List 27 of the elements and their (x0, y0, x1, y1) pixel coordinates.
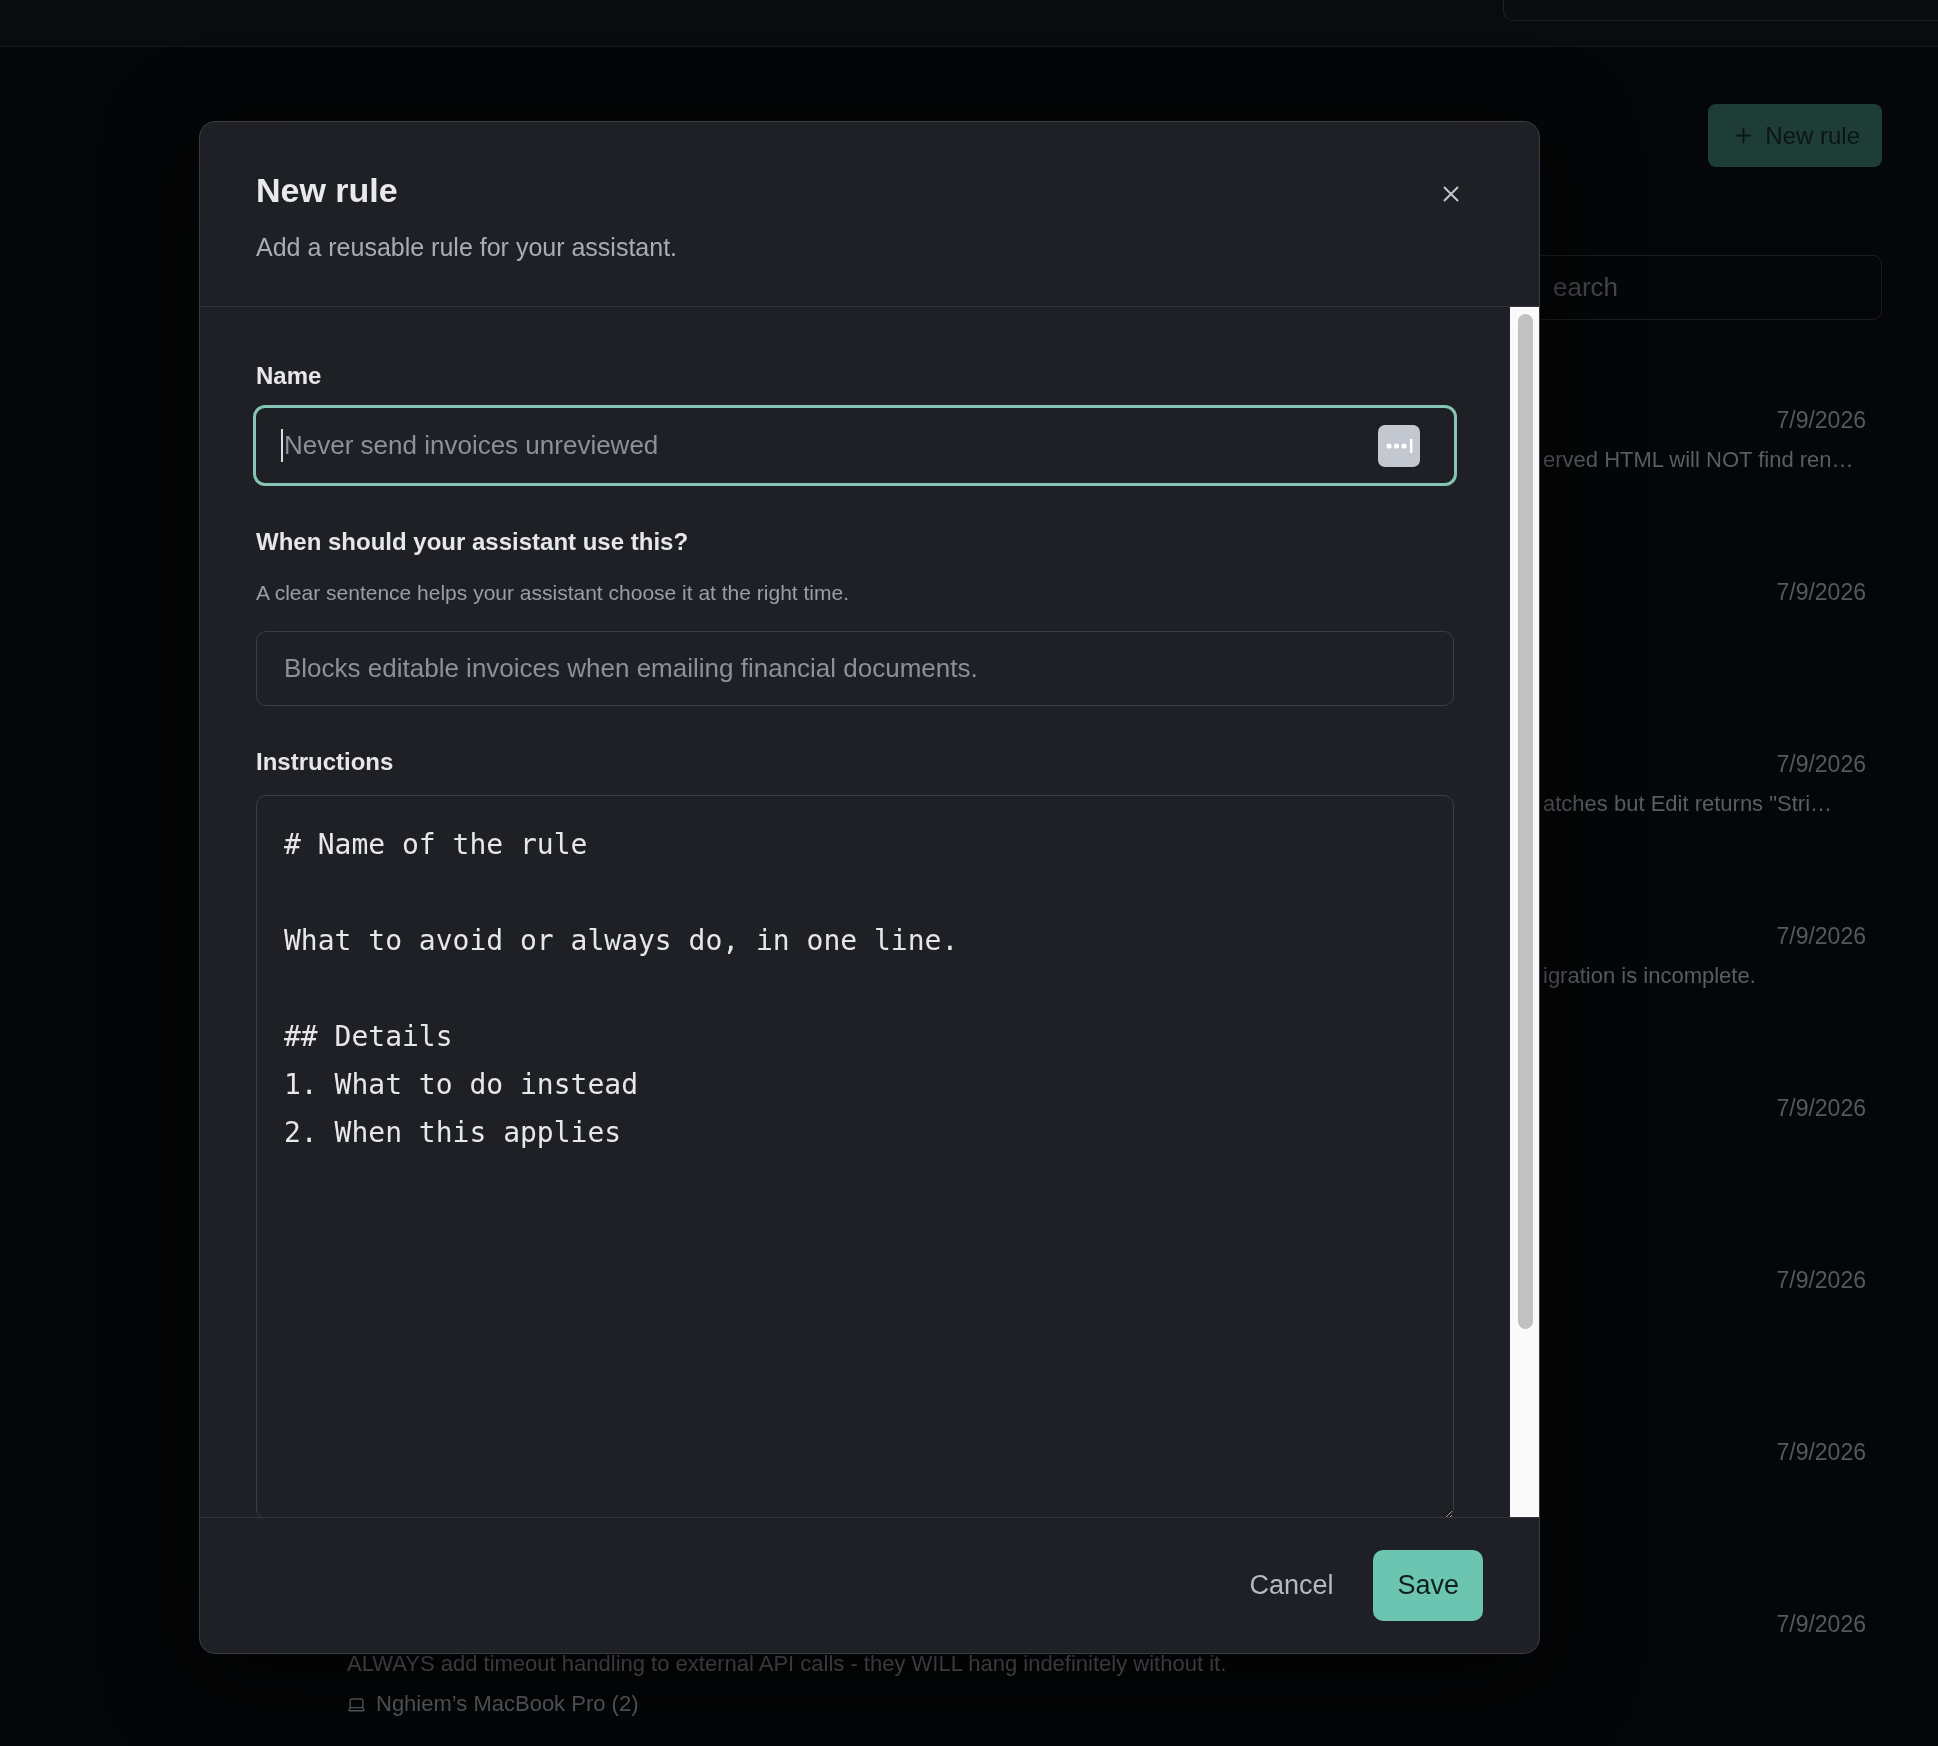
rule-description: ALWAYS add timeout handling to external API calls - they WILL hang indefinitely without it. (347, 1651, 1227, 1677)
field-label: When should your assistant use this? (256, 527, 689, 557)
search-field[interactable]: earch (1540, 255, 1882, 320)
scrollbar-thumb[interactable] (1518, 314, 1533, 1329)
instructions-field[interactable]: # Name of the rule What to avoid or always do, in one line. ## Details 1. What to do instead 2. When this applies (256, 795, 1454, 1517)
device-name: Nghiem’s MacBook Pro (2) (376, 1691, 639, 1717)
field-label: Instructions (256, 747, 394, 777)
rule-date: 7/9/2026 (1776, 922, 1866, 950)
rule-date: 7/9/2026 (1776, 1610, 1866, 1638)
rule-date: 7/9/2026 (1776, 1266, 1866, 1294)
field-label: Name (256, 361, 322, 391)
save-button[interactable]: Save (1373, 1550, 1483, 1621)
dialog-subtitle: Add a reusable rule for your assistant. (256, 232, 678, 262)
cancel-button[interactable]: Cancel (1229, 1550, 1354, 1621)
rule-date: 7/9/2026 (1776, 1438, 1866, 1466)
rule-date: 7/9/2026 (1776, 406, 1866, 434)
rule-date: 7/9/2026 (1776, 578, 1866, 606)
field-hint: A clear sentence helps your assistant choose it at the right time. (256, 580, 849, 606)
dialog-title: New rule (256, 170, 398, 210)
text-field[interactable]: Blocks editable invoices when emailing financial documents. (256, 631, 1454, 706)
text-field[interactable]: Never send invoices unreviewed (253, 405, 1457, 486)
rule-description: igration is incomplete. (1542, 963, 1756, 989)
rule-description: atches but Edit returns "Stri… (1542, 791, 1833, 817)
rule-date: 7/9/2026 (1776, 1094, 1866, 1122)
text-cursor-icon (281, 429, 283, 462)
rule-description: erved HTML will NOT find ren… (1542, 447, 1854, 473)
rule-date: 7/9/2026 (1776, 750, 1866, 778)
